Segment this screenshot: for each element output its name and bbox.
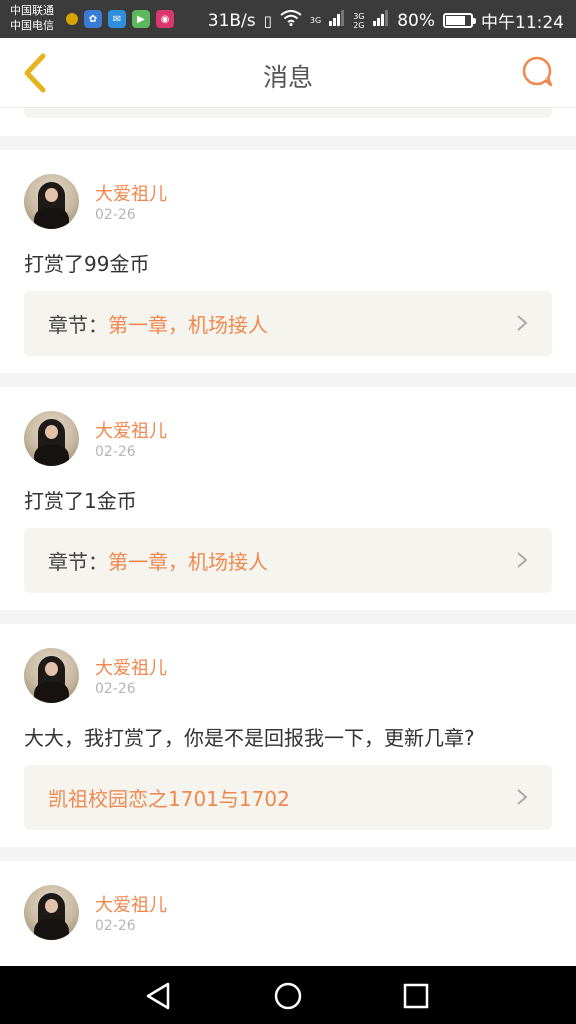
chat-button[interactable] xyxy=(520,54,556,90)
status-right: 31B/s ▯ 3G 3G 2G 80% 中午11:24 xyxy=(208,8,564,33)
chapter-title: 第一章，机场接人 xyxy=(108,313,268,337)
avatar-face xyxy=(45,899,58,913)
signal-icon xyxy=(329,10,345,31)
vibrate-icon: ▯ xyxy=(263,11,272,30)
chapter-link[interactable]: 章节： 第一章，机场接人 xyxy=(24,291,552,356)
chapter-label: 章节： xyxy=(48,550,108,574)
book-title: 凯祖校园恋之1701与1702 xyxy=(48,787,290,811)
network-speed: 31B/s xyxy=(207,10,256,31)
avatar-face xyxy=(45,188,58,202)
chapter-title: 第一章，机场接人 xyxy=(108,550,268,574)
avatar[interactable] xyxy=(24,648,79,703)
carrier-info: 中国联通 中国电信 xyxy=(10,3,54,33)
system-navigation-bar xyxy=(0,966,576,1024)
username[interactable]: 大爱祖儿 xyxy=(95,417,167,443)
avatar[interactable] xyxy=(24,174,79,229)
username[interactable]: 大爱祖儿 xyxy=(95,654,167,680)
message-card: 大爱祖儿 02-26 xyxy=(0,861,576,966)
avatar-body xyxy=(34,682,69,703)
clock: 中午11:24 xyxy=(481,13,564,33)
wifi-icon xyxy=(280,10,302,31)
username[interactable]: 大爱祖儿 xyxy=(95,180,167,206)
avatar-body xyxy=(34,445,69,466)
baidu-app-icon: ✿ xyxy=(84,10,102,28)
circle-home-icon[interactable] xyxy=(270,978,306,1014)
top-navbar: 消息 xyxy=(0,38,576,108)
message-date: 02-26 xyxy=(95,444,136,460)
location-icon xyxy=(66,13,78,25)
message-date: 02-26 xyxy=(95,918,136,934)
avatar-face xyxy=(45,662,58,676)
speech-bubble-icon xyxy=(522,56,553,87)
message-date: 02-26 xyxy=(95,207,136,223)
previous-link-box xyxy=(24,108,552,118)
message-text: 打赏了99金币 xyxy=(24,252,150,276)
status-bar: 中国联通 中国电信 ✿ ✉ ▶ ◉ 31B/s ▯ 3G 3G 2G 80% 中… xyxy=(0,0,576,38)
chapter-label: 章节： xyxy=(48,313,108,337)
triangle-back-icon[interactable] xyxy=(140,978,176,1014)
message-card: 大爱祖儿 02-26 打赏了1金币 章节： 第一章，机场接人 xyxy=(0,387,576,610)
message-card: 大爱祖儿 02-26 打赏了99金币 章节： 第一章，机场接人 xyxy=(0,150,576,373)
avatar[interactable] xyxy=(24,885,79,940)
signal-3g-2g-label: 3G 2G xyxy=(353,11,365,30)
mail-app-icon: ✉ xyxy=(108,10,126,28)
previous-card-remnant xyxy=(0,108,576,136)
carrier-1: 中国联通 xyxy=(10,4,54,17)
page-title: 消息 xyxy=(262,63,313,92)
battery-icon xyxy=(443,13,476,28)
notification-icons: ✿ ✉ ▶ ◉ xyxy=(66,10,174,28)
book-link[interactable]: 凯祖校园恋之1701与1702 xyxy=(24,765,552,830)
square-recents-icon[interactable] xyxy=(398,978,434,1014)
message-list[interactable]: 大爱祖儿 02-26 打赏了99金币 章节： 第一章，机场接人 大爱祖儿 02-… xyxy=(0,108,576,966)
message-text: 打赏了1金币 xyxy=(24,489,137,513)
signal-icon-2 xyxy=(373,10,389,31)
avatar[interactable] xyxy=(24,411,79,466)
card-gap xyxy=(0,847,576,861)
username[interactable]: 大爱祖儿 xyxy=(95,891,167,917)
chapter-link[interactable]: 章节： 第一章，机场接人 xyxy=(24,528,552,593)
message-card: 大爱祖儿 02-26 大大，我打赏了，你是不是回报我一下，更新几章? 凯祖校园恋… xyxy=(0,624,576,847)
signal-3g-label: 3G xyxy=(309,15,322,25)
message-date: 02-26 xyxy=(95,681,136,697)
card-gap xyxy=(0,373,576,387)
camera-app-icon: ◉ xyxy=(156,10,174,28)
avatar-face xyxy=(45,425,58,439)
avatar-body xyxy=(34,919,69,940)
chevron-right-icon xyxy=(517,789,528,805)
card-gap xyxy=(0,610,576,624)
avatar-body xyxy=(34,208,69,229)
chevron-right-icon xyxy=(517,552,528,568)
battery-percent: 80% xyxy=(397,10,435,31)
card-gap xyxy=(0,136,576,150)
video-app-icon: ▶ xyxy=(132,10,150,28)
chevron-right-icon xyxy=(517,315,528,331)
message-text: 大大，我打赏了，你是不是回报我一下，更新几章? xyxy=(24,726,475,750)
carrier-2: 中国电信 xyxy=(10,19,54,32)
